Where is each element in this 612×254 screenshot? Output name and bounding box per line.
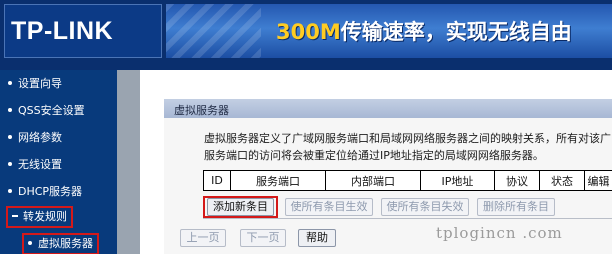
virtual-server-table: ID 服务端口 内部端口 IP地址 协议 状态 编辑 <box>203 170 612 191</box>
sidebar-item-label: 设置向导 <box>18 77 62 90</box>
next-page-button[interactable]: 下一页 <box>240 229 286 247</box>
sidebar-item-label: 无线设置 <box>18 158 62 171</box>
disable-all-button[interactable]: 使所有条目失效 <box>381 198 469 216</box>
prev-page-button[interactable]: 上一页 <box>180 229 226 247</box>
delete-all-button[interactable]: 删除所有条目 <box>477 198 555 216</box>
col-service-port: 服务端口 <box>230 170 326 191</box>
banner-speed: 300M <box>276 20 341 44</box>
sidebar-item-network[interactable]: 网络参数 <box>8 128 62 148</box>
watermark-text: tplogincn .com <box>436 224 563 242</box>
add-entry-button[interactable]: 添加新条目 <box>207 198 274 216</box>
sidebar-item-label: 转发规则 <box>23 210 67 223</box>
plus-icon <box>8 162 12 166</box>
col-id: ID <box>203 170 231 191</box>
sidebar-item-label: DHCP服务器 <box>18 185 83 198</box>
header-banner: 300M传输速率，实现无线自由 <box>166 4 612 58</box>
sidebar-item-forwarding[interactable]: 转发规则 <box>6 206 73 228</box>
sidebar-item-label: 网络参数 <box>18 131 62 144</box>
table-header-row: ID 服务端口 内部端口 IP地址 协议 状态 编辑 <box>203 170 612 191</box>
logo-area: TP-LINK <box>4 4 162 58</box>
tp-link-logo: TP-LINK <box>11 17 114 45</box>
col-protocol: 协议 <box>494 170 540 191</box>
divider <box>203 218 612 219</box>
col-internal-port: 内部端口 <box>325 170 421 191</box>
col-ip-address: IP地址 <box>420 170 495 191</box>
sidebar-item-virtual-server[interactable]: 虚拟服务器 <box>22 233 99 254</box>
sidebar-item-qss[interactable]: QSS安全设置 <box>8 101 85 121</box>
bullet-icon <box>28 241 32 245</box>
sidebar-scroll-strip[interactable] <box>117 70 140 254</box>
sidebar-item-wireless[interactable]: 无线设置 <box>8 155 62 175</box>
sidebar-item-setup-wizard[interactable]: 设置向导 <box>8 74 62 94</box>
description-line-1: 虚拟服务器定义了广域网服务端口和局域网网络服务器之间的映射关系，所有对该广 <box>204 132 611 145</box>
sidebar-item-label: 虚拟服务器 <box>38 237 93 250</box>
description-line-2: 服务端口的访问将会被重定位给通过IP地址指定的局域网网络服务器。 <box>204 149 544 162</box>
panel-title: 虚拟服务器 <box>174 104 229 117</box>
col-status: 状态 <box>539 170 585 191</box>
bullet-icon <box>8 108 12 112</box>
enable-all-button[interactable]: 使所有条目生效 <box>285 198 373 216</box>
sidebar-item-dhcp[interactable]: DHCP服务器 <box>8 182 82 202</box>
col-edit: 编辑 <box>584 170 612 191</box>
help-button[interactable]: 帮助 <box>298 229 336 247</box>
panel-title-bar <box>164 99 612 118</box>
plus-icon <box>8 189 12 193</box>
sidebar-item-label: QSS安全设置 <box>18 104 85 117</box>
plus-icon <box>8 135 12 139</box>
collapse-icon <box>12 215 18 217</box>
bullet-icon <box>8 81 12 85</box>
banner-slogan: 300M传输速率，实现无线自由 <box>276 16 572 46</box>
header-separator <box>0 62 612 70</box>
banner-tagline: 传输速率，实现无线自由 <box>340 20 572 44</box>
